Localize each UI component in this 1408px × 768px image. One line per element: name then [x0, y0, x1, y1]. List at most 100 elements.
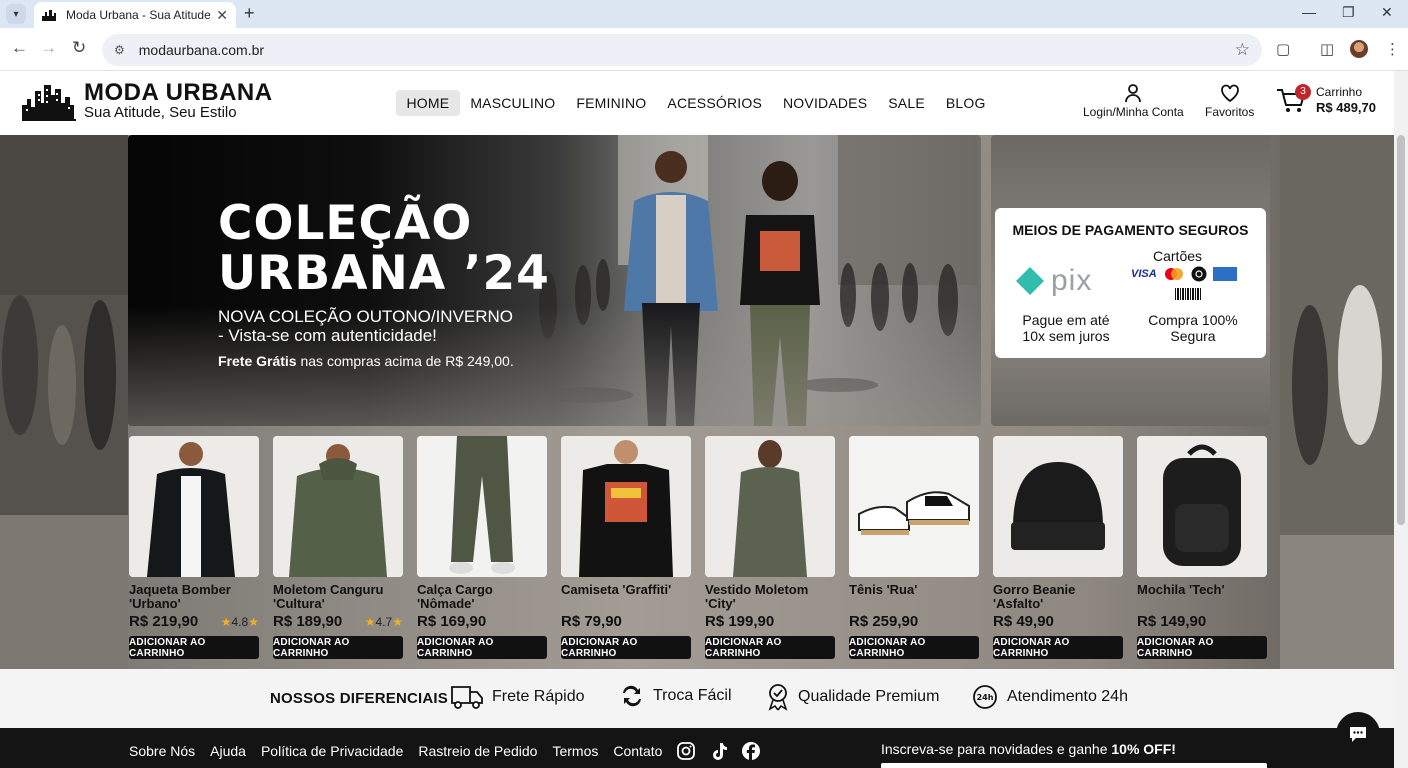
product-price: R$ 149,90 [1137, 613, 1207, 630]
product-image-dress[interactable] [705, 436, 835, 577]
minimize-icon[interactable]: — [1302, 4, 1316, 20]
extensions-icon[interactable]: ▢ [1276, 40, 1290, 58]
add-to-cart-button[interactable]: ADICIONAR AO CARRINHO [417, 636, 547, 659]
footer-link-tracking[interactable]: Rastreio de Pedido [418, 743, 537, 759]
bookmark-star-icon[interactable]: ☆ [1235, 40, 1250, 60]
chat-button[interactable] [1336, 712, 1380, 756]
product-name[interactable]: Jaqueta Bomber 'Urbano' [129, 583, 259, 611]
add-to-cart-button[interactable]: ADICIONAR AO CARRINHO [273, 636, 403, 659]
hero-title-line1: COLEÇÃO [218, 196, 473, 251]
add-to-cart-button[interactable]: ADICIONAR AO CARRINHO [129, 636, 259, 659]
product-card[interactable]: Calça Cargo 'Nômade' R$ 169,90 ADICIONAR… [417, 436, 547, 659]
hero-title-line2: URBANA ’24 [218, 246, 550, 301]
profile-avatar[interactable] [1350, 40, 1368, 58]
facebook-icon[interactable] [741, 741, 761, 761]
product-card[interactable]: Vestido Moletom 'City' R$ 199,90 ADICION… [705, 436, 835, 659]
add-to-cart-button[interactable]: ADICIONAR AO CARRINHO [561, 636, 691, 659]
product-name[interactable]: Mochila 'Tech' [1137, 583, 1267, 611]
scrollbar-thumb[interactable] [1397, 135, 1405, 525]
product-rating: ★4.8★ [221, 615, 259, 629]
side-panel-icon[interactable]: ◫ [1320, 40, 1334, 58]
main-content: COLEÇÃO URBANA ’24 NOVA COLEÇÃO OUTONO/I… [0, 135, 1394, 669]
omnibox[interactable]: ⚙ modaurbana.com.br ☆ [102, 34, 1262, 66]
hero-promo: Frete Grátis nas compras acima de R$ 249… [218, 353, 550, 369]
reload-icon[interactable]: ↻ [72, 38, 86, 58]
product-image-beanie[interactable] [993, 436, 1123, 577]
instagram-icon[interactable] [676, 741, 696, 761]
chat-bubble-icon [1350, 727, 1366, 742]
product-card[interactable]: Gorro Beanie 'Asfalto' R$ 49,90 ADICIONA… [993, 436, 1123, 659]
site-logo[interactable]: MODA URBANA Sua Atitude, Seu Estilo [22, 81, 273, 121]
secure-note: Compra 100% Segura [1148, 312, 1238, 344]
nav-feminino[interactable]: FEMININO [566, 90, 657, 116]
footer-link-help[interactable]: Ajuda [210, 743, 246, 759]
forward-icon[interactable]: → [40, 38, 57, 58]
newsletter-text: Inscreva-se para novidades e ganhe 10% O… [881, 741, 1176, 757]
login-link[interactable]: Login/Minha Conta [1083, 83, 1184, 119]
product-image-jacket[interactable] [129, 436, 259, 577]
newsletter-email-input[interactable] [881, 763, 1267, 768]
nav-masculino[interactable]: MASCULINO [460, 90, 566, 116]
back-icon[interactable]: ← [11, 38, 28, 58]
support-24h-icon: 24h [973, 685, 997, 709]
product-card[interactable]: Mochila 'Tech' R$ 149,90 ADICIONAR AO CA… [1137, 436, 1267, 659]
add-to-cart-button[interactable]: ADICIONAR AO CARRINHO [705, 636, 835, 659]
nav-acessorios[interactable]: ACESSÓRIOS [657, 90, 773, 116]
hero-promo-bold: Frete Grátis [218, 353, 297, 369]
footer-link-about[interactable]: Sobre Nós [129, 743, 195, 759]
feature-24h-support: 24h Atendimento 24h [971, 683, 1128, 711]
url-text[interactable]: modaurbana.com.br [139, 42, 1235, 58]
product-image-sneakers[interactable] [849, 436, 979, 577]
add-to-cart-button[interactable]: ADICIONAR AO CARRINHO [993, 636, 1123, 659]
product-card[interactable]: Tênis 'Rua' R$ 259,90 ADICIONAR AO CARRI… [849, 436, 979, 659]
add-to-cart-button[interactable]: ADICIONAR AO CARRINHO [849, 636, 979, 659]
add-to-cart-button[interactable]: ADICIONAR AO CARRINHO [1137, 636, 1267, 659]
product-price: R$ 219,90 [129, 613, 199, 630]
product-name[interactable]: Gorro Beanie 'Asfalto' [993, 583, 1123, 611]
cart-link[interactable]: 3 Carrinho R$ 489,70 [1276, 84, 1376, 116]
product-card[interactable]: Jaqueta Bomber 'Urbano' R$ 219,90 ★4.8★ A… [129, 436, 259, 659]
nav-home[interactable]: HOME [396, 90, 460, 116]
nav-novidades[interactable]: NOVIDADES [773, 90, 878, 116]
restore-icon[interactable]: ❐ [1342, 4, 1355, 21]
star-icon: ★ [248, 614, 259, 629]
product-card[interactable]: Camiseta 'Graffiti' R$ 79,90 ADICIONAR A… [561, 436, 691, 659]
product-name[interactable]: Vestido Moletom 'City' [705, 583, 835, 611]
boleto-barcode-icon [1175, 288, 1201, 300]
graffiti-tshirt-image [561, 436, 691, 577]
site-footer: Sobre Nós Ajuda Política de Privacidade … [0, 728, 1394, 768]
nav-sale[interactable]: SALE [878, 90, 936, 116]
product-name[interactable]: Calça Cargo 'Nômade' [417, 583, 547, 611]
tab-search-button[interactable]: ▾ [6, 4, 26, 24]
bomber-jacket-image [129, 436, 259, 577]
feature-easy-exchange: Troca Fácil [619, 683, 732, 709]
window-close-icon[interactable]: ✕ [1381, 4, 1393, 21]
product-image-backpack[interactable] [1137, 436, 1267, 577]
product-image-cargo-pants[interactable] [417, 436, 547, 577]
page-scrollbar[interactable] [1394, 71, 1408, 768]
product-image-hoodie[interactable] [273, 436, 403, 577]
star-icon: ★ [220, 614, 232, 629]
browser-menu-icon[interactable]: ⋮ [1385, 40, 1400, 58]
footer-link-privacy[interactable]: Política de Privacidade [261, 743, 403, 759]
cart-count-badge: 3 [1295, 84, 1311, 100]
tiktok-icon[interactable] [709, 741, 729, 761]
browser-tab[interactable]: Moda Urbana - Sua Atitude, S ✕ [34, 2, 236, 28]
new-tab-icon[interactable]: + [244, 3, 255, 24]
product-card[interactable]: Moletom Canguru 'Cultura' R$ 189,90 ★4.7★… [273, 436, 403, 659]
installments-note: Pague em até 10x sem juros [1022, 312, 1110, 344]
favorites-link[interactable]: Favoritos [1205, 83, 1254, 119]
nav-blog[interactable]: BLOG [935, 90, 996, 116]
tab-close-icon[interactable]: ✕ [216, 7, 228, 24]
product-name[interactable]: Moletom Canguru 'Cultura' [273, 583, 403, 611]
footer-link-contact[interactable]: Contato [613, 743, 662, 759]
site-info-icon[interactable]: ⚙ [114, 43, 125, 57]
product-name[interactable]: Camiseta 'Graffiti' [561, 583, 691, 611]
star-icon: ★ [392, 614, 403, 629]
hero-banner[interactable]: COLEÇÃO URBANA ’24 NOVA COLEÇÃO OUTONO/I… [128, 135, 981, 426]
product-image-graffiti-tee[interactable] [561, 436, 691, 577]
footer-link-terms[interactable]: Termos [552, 743, 598, 759]
product-name[interactable]: Tênis 'Rua' [849, 583, 979, 611]
favicon-icon [42, 10, 56, 21]
feature-label: Qualidade Premium [798, 688, 940, 705]
